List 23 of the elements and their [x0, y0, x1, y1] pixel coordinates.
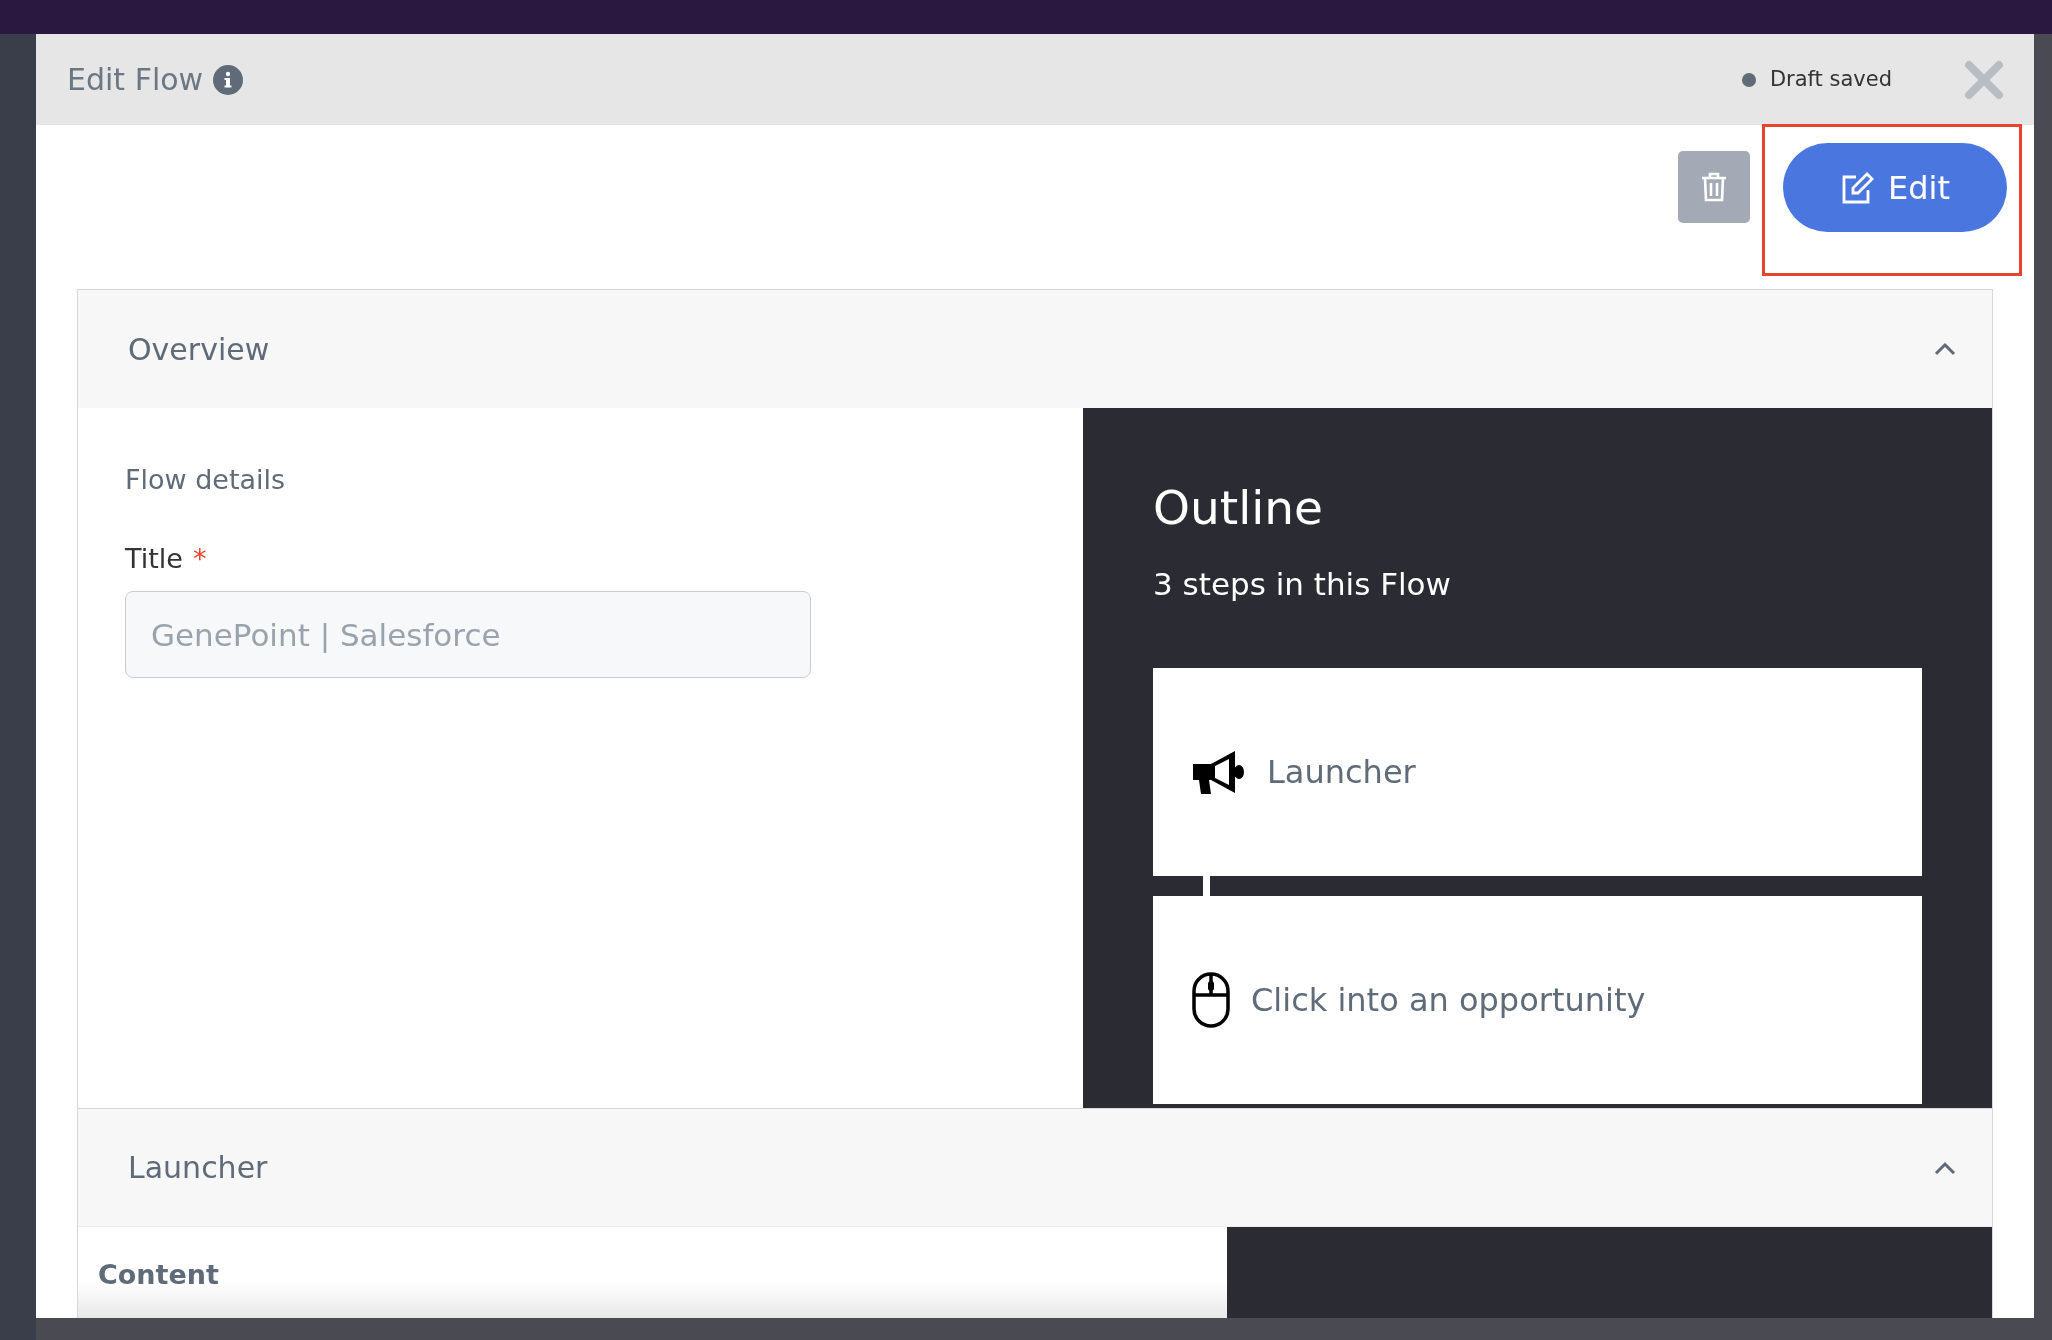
- edit-button[interactable]: Edit: [1783, 143, 2007, 232]
- chevron-up-icon[interactable]: [1933, 342, 1957, 356]
- trash-icon: [1700, 171, 1728, 203]
- field-label: Title: [125, 541, 183, 576]
- edit-icon: [1840, 170, 1876, 205]
- mouse-icon: [1191, 970, 1231, 1029]
- info-icon[interactable]: [213, 64, 244, 95]
- required-mark: *: [192, 541, 207, 576]
- step-card[interactable]: Click into an opportunity: [1153, 895, 1922, 1104]
- section-subheading: Flow details: [125, 463, 287, 497]
- outline-subtitle: 3 steps in this Flow: [1153, 565, 1452, 604]
- save-status: Draft saved: [1769, 65, 1892, 93]
- modal-title: Edit Flow: [67, 61, 204, 99]
- section-header[interactable]: Launcher: [78, 1108, 1992, 1226]
- section-header[interactable]: Overview: [78, 290, 1992, 408]
- section-title: Launcher: [128, 1149, 269, 1187]
- step-label: Click into an opportunity: [1251, 979, 1646, 1021]
- section-title: Overview: [128, 330, 271, 369]
- outline-title: Outline: [1153, 484, 1325, 531]
- chevron-up-icon[interactable]: [1933, 1160, 1957, 1175]
- step-label: Launcher: [1267, 751, 1416, 793]
- content-heading: Content: [98, 1259, 219, 1290]
- step-card[interactable]: Launcher: [1153, 667, 1922, 876]
